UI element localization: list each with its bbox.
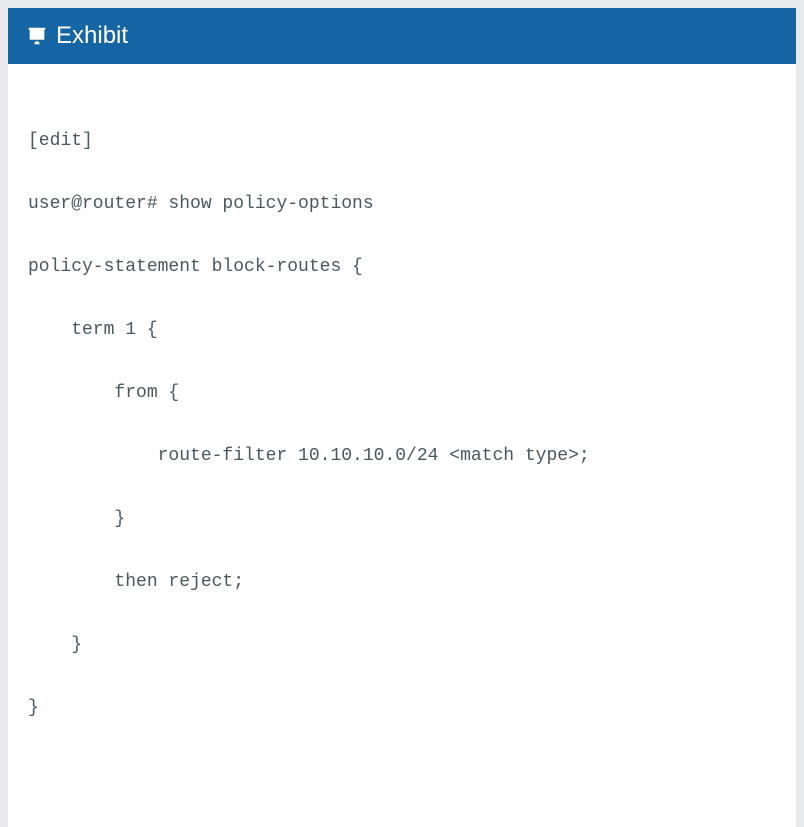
code-line: from { (28, 378, 776, 410)
code-line: [edit] (28, 126, 776, 158)
code-line: then reject; (28, 567, 776, 599)
code-line: policy-statement block-routes { (28, 252, 776, 284)
code-block: [edit] user@router# show policy-options … (28, 94, 776, 787)
exhibit-title: Exhibit (56, 22, 128, 50)
code-line: user@router# show policy-options (28, 189, 776, 221)
code-line: route-filter 10.10.10.0/24 <match type>; (28, 441, 776, 473)
exhibit-header: Exhibit (8, 8, 796, 64)
exhibit-body: [edit] user@router# show policy-options … (8, 64, 796, 827)
code-line: term 1 { (28, 315, 776, 347)
code-line: } (28, 504, 776, 536)
presentation-icon (26, 25, 48, 47)
code-line: } (28, 693, 776, 725)
code-line: } (28, 630, 776, 662)
exhibit-panel: Exhibit [edit] user@router# show policy-… (8, 8, 796, 827)
